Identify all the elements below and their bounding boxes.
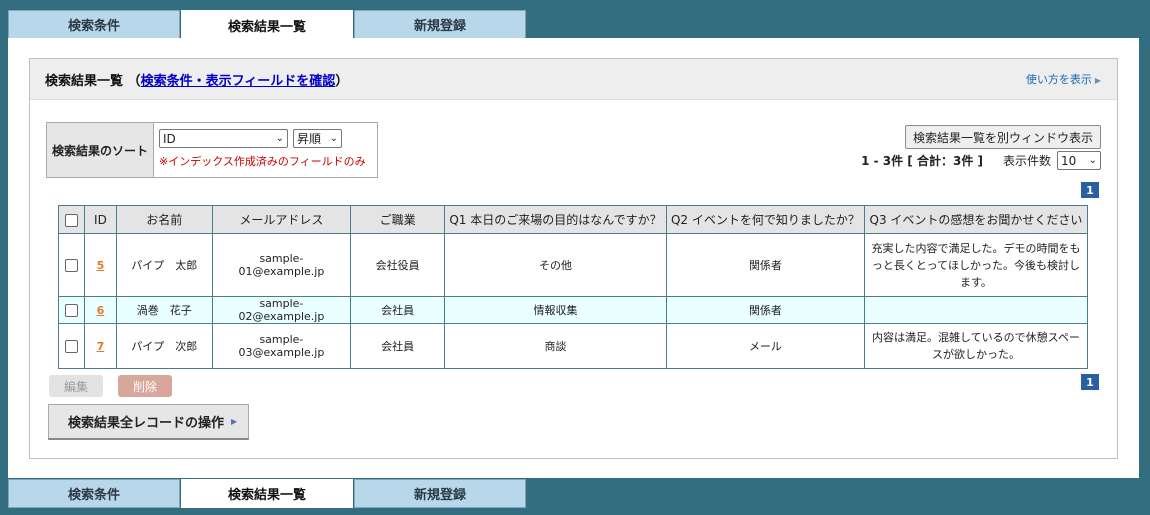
row-q3: 内容は満足。混雑しているので休憩スペースが欲しかった。 <box>863 323 1089 369</box>
results-table: ID お名前 メールアドレス ご職業 Q1 本日のご来場の目的はなんですか？ Q… <box>58 205 1089 369</box>
pager-page-1-top[interactable]: 1 <box>1081 182 1099 198</box>
chevron-down-icon: ⌄ <box>1088 155 1097 166</box>
row-job: 会社役員 <box>350 233 445 297</box>
col-header-name: お名前 <box>115 205 213 234</box>
col-header-q2: Q2 イベントを何で知りましたか？ <box>665 205 865 234</box>
row-id-cell: 7 <box>83 323 117 369</box>
row-id-link[interactable]: 7 <box>97 340 105 353</box>
sort-field-select[interactable]: ID ⌄ <box>159 129 288 148</box>
result-count: 1 - 3件 [ 合計：3件 ] <box>861 154 983 168</box>
sort-box: 検索結果のソート ID ⌄ 昇順 ⌄ ※インデックス作成済みのフィールドのみ <box>46 122 378 178</box>
row-q1: 商談 <box>443 323 667 369</box>
table-row: 6 渦巻 花子 sample-02@example.jp 会社員 情報収集 関係… <box>58 296 1089 324</box>
triangle-right-icon: ▶ <box>1094 76 1101 85</box>
row-q1: その他 <box>443 233 667 297</box>
tab-new-entry-bottom[interactable]: 新規登録 <box>354 479 526 508</box>
sort-order-value: 昇順 <box>297 132 322 146</box>
bulk-actions: 編集 削除 <box>49 375 172 397</box>
open-window-button[interactable]: 検索結果一覧を別ウィンドウ表示 <box>904 125 1101 149</box>
help-link-label: 使い方を表示 <box>1025 73 1092 86</box>
tab-search-conditions[interactable]: 検索条件 <box>8 10 180 39</box>
title-paren-open: （ <box>127 73 141 89</box>
row-email: sample-02@example.jp <box>211 296 352 324</box>
row-id-cell: 6 <box>83 296 117 324</box>
row-email: sample-01@example.jp <box>211 233 352 297</box>
select-all-cell <box>58 205 85 234</box>
row-name: パイプ 太郎 <box>115 233 213 297</box>
top-tab-bar: 検索条件 検索結果一覧 新規登録 <box>8 10 527 40</box>
per-page-value: 10 <box>1061 153 1077 168</box>
per-page-select[interactable]: 10 ⌄ <box>1057 151 1101 170</box>
table-row: 7 パイプ 次郎 sample-03@example.jp 会社員 商談 メール… <box>58 323 1089 369</box>
all-records-operations-button[interactable]: 検索結果全レコードの操作 ▶ <box>48 404 249 440</box>
row-select-cell <box>58 296 85 324</box>
tab-new-entry[interactable]: 新規登録 <box>354 10 526 39</box>
row-email: sample-03@example.jp <box>211 323 352 369</box>
bottom-tab-bar: 検索条件 検索結果一覧 新規登録 <box>8 479 527 508</box>
row-q3: 充実した内容で満足した。デモの時間をもっと長くとってほしかった。今後も検討します… <box>863 233 1089 297</box>
col-header-q3: Q3 イベントの感想をお聞かせください <box>863 205 1089 234</box>
row-id-link[interactable]: 6 <box>97 304 105 317</box>
row-q1: 情報収集 <box>443 296 667 324</box>
row-id-link[interactable]: 5 <box>97 259 105 272</box>
page-title-text: 検索結果一覧 <box>45 73 124 89</box>
edit-button[interactable]: 編集 <box>49 375 103 397</box>
sort-field-value: ID <box>163 131 176 146</box>
table-row: 5 パイプ 太郎 sample-01@example.jp 会社役員 その他 関… <box>58 233 1089 297</box>
results-panel: 検索結果一覧 （検索条件・表示フィールドを確認） 使い方を表示 ▶ 検索結果のソー… <box>29 58 1118 459</box>
sort-note: ※インデックス作成済みのフィールドのみ <box>159 155 366 168</box>
row-q3 <box>863 296 1089 324</box>
row-q2: メール <box>665 323 865 369</box>
per-page-label: 表示件数 <box>1002 154 1051 168</box>
row-checkbox[interactable] <box>64 339 78 353</box>
all-records-operations-label: 検索結果全レコードの操作 <box>68 416 225 431</box>
row-id-cell: 5 <box>83 233 117 297</box>
row-name: パイプ 次郎 <box>115 323 213 369</box>
view-conditions-link[interactable]: 検索条件・表示フィールドを確認 <box>141 74 336 89</box>
tab-search-results[interactable]: 検索結果一覧 <box>181 10 353 40</box>
page-title: 検索結果一覧 （検索条件・表示フィールドを確認） <box>45 70 348 89</box>
main-area: 検索結果一覧 （検索条件・表示フィールドを確認） 使い方を表示 ▶ 検索結果のソー… <box>8 38 1139 478</box>
panel-header: 検索結果一覧 （検索条件・表示フィールドを確認） 使い方を表示 ▶ <box>30 59 1117 100</box>
row-checkbox[interactable] <box>64 258 78 272</box>
chevron-down-icon: ⌄ <box>275 133 284 144</box>
row-q2: 関係者 <box>665 233 865 297</box>
row-q2: 関係者 <box>665 296 865 324</box>
row-select-cell <box>58 233 85 297</box>
row-checkbox[interactable] <box>64 303 78 317</box>
sort-order-select[interactable]: 昇順 ⌄ <box>293 129 342 148</box>
select-all-checkbox[interactable] <box>64 213 78 227</box>
triangle-right-icon: ▶ <box>231 417 238 426</box>
row-select-cell <box>58 323 85 369</box>
table-header-row: ID お名前 メールアドレス ご職業 Q1 本日のご来場の目的はなんですか？ Q… <box>58 205 1089 234</box>
tab-search-conditions-bottom[interactable]: 検索条件 <box>8 479 180 508</box>
row-job: 会社員 <box>350 323 445 369</box>
sort-label: 検索結果のソート <box>47 123 154 177</box>
delete-button[interactable]: 削除 <box>118 375 172 397</box>
title-paren-close: ） <box>335 73 349 89</box>
tab-search-results-bottom[interactable]: 検索結果一覧 <box>181 479 353 508</box>
sort-controls: ID ⌄ 昇順 ⌄ ※インデックス作成済みのフィールドのみ <box>154 123 371 177</box>
chevron-down-icon: ⌄ <box>329 133 338 144</box>
col-header-job: ご職業 <box>350 205 445 234</box>
col-header-id: ID <box>83 205 117 234</box>
row-job: 会社員 <box>350 296 445 324</box>
col-header-q1: Q1 本日のご来場の目的はなんですか？ <box>443 205 667 234</box>
col-header-email: メールアドレス <box>211 205 352 234</box>
row-name: 渦巻 花子 <box>115 296 213 324</box>
pager-page-1-bottom[interactable]: 1 <box>1081 374 1099 390</box>
help-link[interactable]: 使い方を表示 ▶ <box>1026 71 1101 87</box>
result-controls: 検索結果一覧を別ウィンドウ表示 1 - 3件 [ 合計：3件 ] 表示件数 10… <box>861 125 1101 170</box>
